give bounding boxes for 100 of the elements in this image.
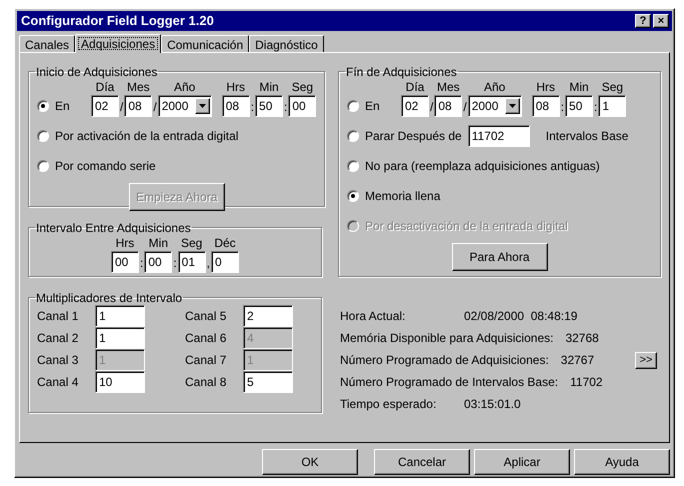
option-label: En [55, 98, 71, 115]
year-value: 2000 [472, 98, 498, 115]
channel-label: Canal 8 [185, 374, 228, 391]
option-label: No para (reemplaza adquisiciones antiguas) [365, 158, 600, 175]
group-title: Multiplicadores de Intervalo [35, 290, 184, 305]
column-label: Min [148, 234, 168, 251]
title-button[interactable]: ? [635, 14, 651, 28]
radio-button[interactable] [347, 190, 359, 202]
input-field[interactable]: 00 [288, 94, 316, 117]
caret-icon [508, 104, 516, 108]
input-field[interactable]: 08 [434, 94, 462, 117]
column-label: Seg [292, 78, 314, 95]
info-label: Número Programado de Intervalos Base: [340, 374, 558, 392]
column-label: Seg [180, 234, 202, 251]
separator-label: : [593, 98, 598, 115]
more-button[interactable]: >> [635, 352, 657, 369]
year-value: 2000 [162, 98, 188, 115]
info-value: 32768 [565, 330, 599, 348]
info-label: Hora Actual: [340, 308, 406, 326]
input-field[interactable]: 00 [110, 250, 139, 273]
separator-label: : [560, 98, 566, 115]
group-title: Fín de Adquisiciones [345, 64, 458, 79]
option-label: Por desactivación de la entrada digital [365, 218, 568, 235]
column-label: Hrs [536, 78, 556, 95]
option-label: En [365, 98, 381, 115]
separator-label: : [250, 98, 256, 115]
suffix-label: Intervalos Base [546, 128, 628, 145]
separator-label: , [206, 254, 212, 271]
column-label: Mes [437, 78, 460, 95]
dropdown-button[interactable] [194, 98, 210, 114]
caret-icon [198, 104, 206, 108]
channel-label: Canal 1 [37, 308, 80, 325]
info-label: Memória Disponible para Adquisiciones: [340, 330, 554, 348]
input-field[interactable]: 08 [222, 94, 250, 117]
option-label: Memoria llena [365, 188, 440, 205]
input-field[interactable]: 01 [178, 250, 206, 273]
window-title: Configurador Field Logger 1.20 [21, 12, 215, 30]
info-value: 11702 [570, 374, 603, 392]
radio-button[interactable] [347, 160, 359, 172]
input-field[interactable]: 5 [243, 370, 293, 393]
info-label: Número Programado de Adquisiciones: [340, 352, 549, 370]
year-dropdown[interactable]: 2000 [158, 94, 212, 117]
separator-label: / [462, 98, 468, 115]
column-label: Hrs [116, 234, 134, 251]
channel-label: Canal 2 [37, 330, 80, 347]
radio-button[interactable] [37, 130, 49, 142]
input-field[interactable]: 00 [144, 250, 172, 273]
radio-button[interactable] [347, 100, 359, 112]
column-label: Min [569, 78, 589, 95]
channel-label: Canal 4 [37, 374, 80, 391]
radio-button[interactable] [347, 130, 359, 142]
tab[interactable]: Diagnóstico [249, 34, 324, 52]
column-label: Año [484, 78, 506, 95]
dialog-button[interactable]: Cancelar [374, 449, 470, 475]
column-label: Déc [214, 234, 236, 251]
title-button[interactable]: × [653, 14, 669, 28]
action-button[interactable]: Para Ahora [452, 242, 548, 271]
separator-label: / [429, 98, 434, 115]
separator-label: : [283, 98, 288, 115]
tab[interactable]: Comunicación [161, 34, 250, 52]
input-field[interactable]: 08 [532, 94, 560, 117]
dialog-button[interactable]: Aplicar [474, 449, 570, 475]
separator-label: : [138, 254, 144, 271]
option-label: Por comando serie [55, 158, 156, 175]
separator-label: / [152, 98, 158, 115]
radio-button[interactable] [37, 100, 49, 112]
channel-label: Canal 5 [185, 308, 228, 325]
input-field[interactable]: 02 [91, 94, 119, 117]
input-field[interactable]: 11702 [468, 124, 530, 147]
info-value: 03:15:01.0 [464, 396, 521, 414]
separator-label: : [172, 254, 178, 271]
dropdown-button[interactable] [504, 98, 520, 114]
dialog-button[interactable]: OK [262, 449, 358, 475]
input-field[interactable]: 10 [95, 370, 145, 393]
input-field[interactable]: 02 [401, 94, 429, 117]
column-label: Seg [602, 78, 624, 95]
input-field[interactable]: 50 [565, 94, 594, 117]
tab[interactable]: Canales [19, 34, 76, 52]
option-label: Por activación de la entrada digital [55, 128, 238, 145]
input-field[interactable]: 1 [598, 94, 626, 117]
column-label: Día [406, 78, 424, 95]
group-title: Inicio de Adquisiciones [35, 64, 158, 79]
channel-label: Canal 7 [185, 352, 228, 369]
year-dropdown[interactable]: 2000 [468, 94, 522, 117]
input-field[interactable]: 1 [95, 326, 145, 349]
input-field[interactable]: 2 [243, 304, 293, 327]
channel-label: Canal 6 [185, 330, 228, 347]
column-label: Min [259, 78, 279, 95]
option-label: Parar Después de [365, 128, 462, 145]
column-label: Hrs [226, 78, 246, 95]
input-field[interactable]: 1 [95, 304, 145, 327]
column-label: Día [96, 78, 114, 95]
separator-label: / [119, 98, 124, 115]
input-field[interactable]: 50 [255, 94, 284, 117]
input-field[interactable]: 08 [124, 94, 152, 117]
info-label: Tiempo esperado: [340, 396, 438, 414]
tab[interactable]: Adquisiciones [75, 34, 162, 53]
dialog-button[interactable]: Ayuda [574, 449, 670, 475]
radio-button[interactable] [37, 160, 49, 172]
input-field[interactable]: 0 [211, 250, 240, 273]
